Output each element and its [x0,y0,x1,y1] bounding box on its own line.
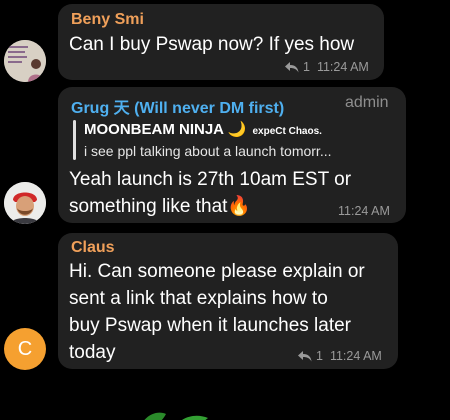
message-text: Can I buy Pswap now? If yes how [69,34,355,55]
message-text: Yeah launch is 27th 10am EST or somethin… [69,166,351,220]
message-line: buy Pswap when it launches later [69,315,351,336]
reply-quote-bar [73,120,76,160]
message-line: Yeah launch is 27th 10am EST or [69,169,352,190]
sender-name[interactable]: Grug 天 (Will never DM first) [71,94,284,118]
message-line: something like that🔥 [69,196,252,217]
reply-arrow-icon [298,350,312,361]
message-meta: 11:24 AM [338,204,390,218]
message-line: Hi. Can someone please explain or [69,261,365,282]
avatar-claus[interactable]: C [4,328,46,370]
avatar-photo-icon [4,182,46,224]
sticker-leaf-icon [144,412,208,420]
avatar-image-icon [4,40,46,82]
avatar-beny[interactable] [4,40,46,82]
reply-quote-text[interactable]: i see ppl talking about a launch tomorr.… [84,143,331,159]
sender-name[interactable]: Claus [71,239,115,257]
sticker-partial[interactable] [128,404,218,420]
reply-count[interactable]: 1 [316,349,323,363]
message-meta: 1 11:24 AM [298,349,382,363]
message-time: 11:24 AM [329,349,382,363]
message-time: 11:24 AM [316,60,369,74]
message-line: sent a link that explains how to [69,288,328,309]
avatar-grug[interactable] [4,182,46,224]
message-meta: 1 11:24 AM [285,60,369,74]
reply-arrow-icon [285,61,299,72]
reply-count[interactable]: 1 [303,60,310,74]
admin-badge: admin [345,94,389,111]
message-time: 11:24 AM [338,204,390,218]
sender-name[interactable]: Beny Smi [71,11,144,29]
reply-quote-name[interactable]: MOONBEAM NINJA 🌙 expeCt Chaos. [84,120,322,138]
